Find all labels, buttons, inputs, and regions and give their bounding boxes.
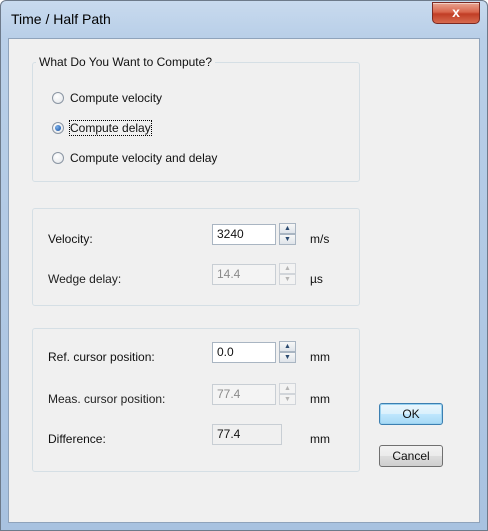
radio-compute-velocity-and-delay-indicator[interactable] [52,152,64,164]
cancel-button[interactable]: Cancel [379,445,443,467]
radio-compute-delay[interactable]: Compute delay [52,120,152,136]
wedge-delay-label: Wedge delay: [48,272,122,286]
arrow-up-icon: ▲ [284,343,291,350]
wedge-delay-spinner: ▲ ▼ [279,263,296,285]
wedge-delay-spin-up-button: ▲ [279,263,296,274]
arrow-up-icon: ▲ [284,385,291,392]
arrow-up-icon: ▲ [284,225,291,232]
wedge-delay-input: 14.4 [212,264,276,285]
ref-cursor-unit: mm [310,350,330,364]
radio-compute-delay-label[interactable]: Compute delay [69,120,152,136]
arrow-down-icon: ▼ [284,236,291,243]
wedge-delay-spin-down-button: ▼ [279,274,296,285]
velocity-input[interactable]: 3240 [212,224,276,245]
velocity-label: Velocity: [48,232,93,246]
meas-cursor-label: Meas. cursor position: [48,392,166,406]
meas-cursor-input: 77.4 [212,384,276,405]
radio-compute-velocity[interactable]: Compute velocity [52,91,162,105]
velocity-spin-down-button[interactable]: ▼ [279,234,296,245]
ref-cursor-label: Ref. cursor position: [48,350,155,364]
velocity-spinner[interactable]: ▲ ▼ [279,223,296,245]
ref-cursor-spin-up-button[interactable]: ▲ [279,341,296,352]
ok-button[interactable]: OK [379,403,443,425]
ref-cursor-spinner[interactable]: ▲ ▼ [279,341,296,363]
ref-cursor-input[interactable]: 0.0 [212,342,276,363]
title-bar[interactable]: Time / Half Path x [1,1,487,39]
velocity-unit: m/s [310,232,330,246]
arrow-down-icon: ▼ [284,354,291,361]
radio-compute-velocity-indicator[interactable] [52,92,64,104]
radio-compute-velocity-and-delay[interactable]: Compute velocity and delay [52,151,217,165]
wedge-delay-unit: µs [310,272,323,286]
difference-unit: mm [310,432,330,446]
velocity-spin-up-button[interactable]: ▲ [279,223,296,234]
arrow-down-icon: ▼ [284,396,291,403]
difference-value: 77.4 [212,424,282,445]
difference-label: Difference: [48,432,106,446]
radio-compute-delay-indicator[interactable] [52,122,64,134]
window-title: Time / Half Path [11,11,111,27]
velocity-group [32,208,360,306]
meas-cursor-spin-down-button: ▼ [279,394,296,405]
close-button[interactable]: x [432,2,480,24]
arrow-down-icon: ▼ [284,276,291,283]
meas-cursor-spinner: ▲ ▼ [279,383,296,405]
ref-cursor-spin-down-button[interactable]: ▼ [279,352,296,363]
radio-compute-velocity-and-delay-label[interactable]: Compute velocity and delay [70,151,217,165]
meas-cursor-unit: mm [310,392,330,406]
close-icon: x [452,4,460,20]
radio-compute-velocity-label[interactable]: Compute velocity [70,91,162,105]
arrow-up-icon: ▲ [284,265,291,272]
meas-cursor-spin-up-button: ▲ [279,383,296,394]
compute-group-legend: What Do You Want to Compute? [36,55,215,69]
